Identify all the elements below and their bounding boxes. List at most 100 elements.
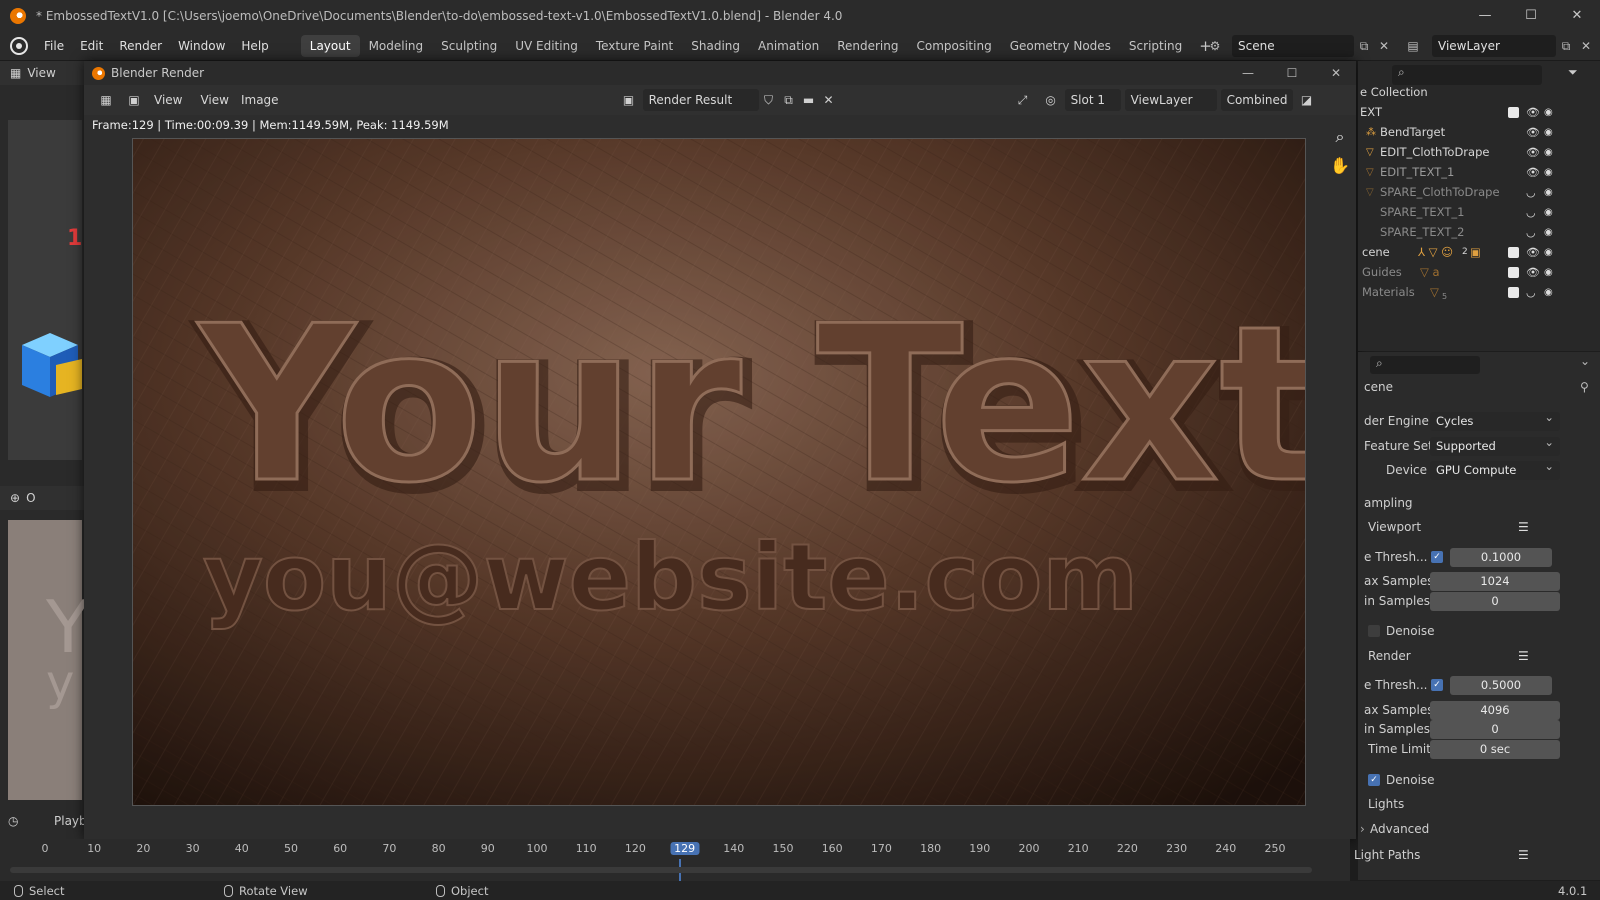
open-image-icon[interactable]: ▬ [799, 89, 819, 111]
camera-icon[interactable]: ◉ [1544, 287, 1553, 298]
outliner-row-spare-text-2[interactable]: SPARE_TEXT_2 ◡ ◉ [1358, 222, 1600, 242]
camera-icon[interactable]: ◉ [1544, 267, 1553, 278]
outliner-row-spare-cloth[interactable]: ▽ SPARE_ClothToDrape ◡ ◉ [1358, 182, 1600, 202]
workspace-tab-layout[interactable]: Layout [300, 34, 360, 57]
playback-label[interactable]: Playb [54, 814, 87, 828]
workspace-tab-rendering[interactable]: Rendering [828, 35, 907, 57]
outliner-row-collection[interactable]: e Collection [1358, 82, 1600, 102]
noise-threshold-checkbox[interactable]: ✓ [1431, 679, 1443, 691]
zoom-icon[interactable]: ⌕ [1328, 125, 1352, 149]
editor-type-icon[interactable]: ▦ [10, 66, 21, 80]
presets-icon[interactable]: ☰ [1518, 848, 1529, 862]
device-select[interactable]: GPU Compute [1430, 459, 1560, 480]
playback-menu[interactable]: ◷ Playb [8, 810, 87, 832]
eye-closed-icon[interactable]: ◡ [1526, 206, 1536, 219]
eye-closed-icon[interactable]: ◡ [1526, 186, 1536, 199]
camera-icon[interactable]: ◉ [1544, 127, 1553, 138]
camera-icon[interactable]: ◉ [1544, 167, 1553, 178]
filter-icon[interactable]: ⏷ [1568, 65, 1578, 80]
eye-icon[interactable]: 👁 [1526, 166, 1540, 179]
camera-icon[interactable]: ◉ [1544, 227, 1553, 238]
max-samples-field[interactable]: 1024 [1430, 571, 1560, 591]
exclude-checkbox[interactable] [1508, 106, 1519, 118]
workspace-tab-geometry-nodes[interactable]: Geometry Nodes [1001, 35, 1120, 57]
render-engine-select[interactable]: Cycles [1430, 410, 1560, 431]
view-layer-icon[interactable]: ▤ [1403, 36, 1423, 56]
scene-selector[interactable]: Scene [1232, 35, 1354, 57]
menu-help[interactable]: Help [233, 39, 276, 53]
image-menu[interactable]: Image [235, 89, 285, 111]
delete-view-layer-icon[interactable]: ✕ [1576, 36, 1596, 56]
workspace-tab-sculpting[interactable]: Sculpting [432, 35, 506, 57]
pin-icon[interactable]: ⚲ [1580, 380, 1589, 394]
workspace-tab-shading[interactable]: Shading [682, 35, 749, 57]
menu-window[interactable]: Window [170, 39, 233, 53]
view-mode-select[interactable]: View [148, 89, 188, 111]
noise-threshold-field[interactable]: 0.5000 [1450, 675, 1552, 695]
time-limit-field[interactable]: 0 sec [1430, 739, 1560, 759]
render-denoise-checkbox[interactable]: ✓ [1368, 774, 1380, 786]
eye-closed-icon[interactable]: ◡ [1526, 286, 1536, 299]
maximize-button[interactable]: ☐ [1508, 0, 1554, 31]
eye-closed-icon[interactable]: ◡ [1526, 226, 1536, 239]
eye-icon[interactable]: 👁 [1526, 106, 1540, 119]
menu-file[interactable]: File [36, 39, 72, 53]
outliner-row-materials[interactable]: Materials ▽ 5 ◡ ◉ [1358, 282, 1600, 302]
presets-icon[interactable]: ☰ [1518, 520, 1529, 534]
close-button[interactable]: ✕ [1554, 0, 1600, 31]
max-samples-field[interactable]: 4096 [1430, 700, 1560, 720]
camera-icon[interactable]: ◉ [1544, 207, 1553, 218]
image-name-field[interactable]: Render Result [642, 89, 759, 111]
noise-threshold-checkbox[interactable]: ✓ [1431, 551, 1443, 563]
menu-edit[interactable]: Edit [72, 39, 111, 53]
new-image-icon[interactable]: ⧉ [779, 89, 799, 111]
viewport-subpanel-header[interactable]: Viewport ☰ [1358, 516, 1600, 538]
properties-menu-icon[interactable]: ⌄ [1580, 354, 1590, 368]
exclude-checkbox[interactable] [1508, 286, 1519, 298]
noise-threshold-field[interactable]: 0.1000 [1450, 547, 1552, 567]
camera-icon[interactable]: ◉ [1544, 187, 1553, 198]
advanced-subpanel-header[interactable]: › Advanced [1358, 818, 1600, 840]
editor-type-icon[interactable]: ▦ [92, 89, 120, 111]
unlink-image-icon[interactable]: ✕ [819, 89, 839, 111]
background-viewport[interactable] [8, 120, 82, 460]
min-samples-field[interactable]: 0 [1430, 719, 1560, 739]
slot-select[interactable]: Slot 1 [1064, 89, 1121, 111]
feature-set-select[interactable]: Supported [1430, 435, 1560, 456]
view-menu[interactable]: View [194, 89, 234, 111]
render-pass-select[interactable]: Combined [1220, 89, 1293, 111]
gizmo-icon[interactable]: ⤢ [1009, 89, 1037, 111]
object-mode-label[interactable]: O [26, 491, 35, 505]
workspace-tab-modeling[interactable]: Modeling [360, 35, 433, 57]
camera-icon[interactable]: ◉ [1544, 247, 1553, 258]
properties-search-field[interactable]: ⌕ [1370, 356, 1480, 374]
eye-icon[interactable]: 👁 [1526, 126, 1540, 139]
timeline-editor-icon[interactable]: ◷ [8, 814, 18, 828]
outliner-row-edit-text[interactable]: ▽ EDIT_TEXT_1 👁 ◉ [1358, 162, 1600, 182]
display-channels-icon[interactable]: ◪ [1293, 89, 1321, 111]
camera-icon[interactable]: ◉ [1544, 147, 1553, 158]
viewport-denoise-row[interactable]: Denoise [1358, 620, 1600, 642]
render-result-image[interactable]: Your Text Your Text you@website.com [132, 138, 1306, 806]
lights-subpanel-header[interactable]: Lights [1358, 793, 1600, 815]
minimize-button[interactable]: — [1462, 0, 1508, 31]
image-mode-icon[interactable]: ▣ [120, 89, 148, 111]
exclude-checkbox[interactable] [1508, 246, 1519, 258]
new-view-layer-icon[interactable]: ⧉ [1556, 36, 1576, 56]
exclude-checkbox[interactable] [1508, 266, 1519, 278]
new-scene-icon[interactable]: ⧉ [1354, 36, 1374, 56]
timeline-scrollbar[interactable] [10, 867, 1312, 873]
view-menu[interactable]: View [27, 66, 55, 80]
outliner-row-bendtarget[interactable]: ⁂ BendTarget 👁 ◉ [1358, 122, 1600, 142]
workspace-tab-scripting[interactable]: Scripting [1120, 35, 1191, 57]
min-samples-field[interactable]: 0 [1430, 591, 1560, 611]
outliner-row-text[interactable]: EXT 👁 ◉ [1358, 102, 1600, 122]
workspace-tab-animation[interactable]: Animation [749, 35, 828, 57]
render-close-button[interactable]: ✕ [1314, 61, 1358, 85]
sampling-panel-header[interactable]: ampling [1358, 492, 1600, 514]
workspace-tab-compositing[interactable]: Compositing [907, 35, 1000, 57]
render-maximize-button[interactable]: ☐ [1270, 61, 1314, 85]
outliner-row-scene[interactable]: cene ⅄ ▽ ☺ 2 ▣ 👁 ◉ [1358, 242, 1600, 262]
render-minimize-button[interactable]: — [1226, 61, 1270, 85]
view-layer-select[interactable]: ViewLayer [1124, 89, 1217, 111]
